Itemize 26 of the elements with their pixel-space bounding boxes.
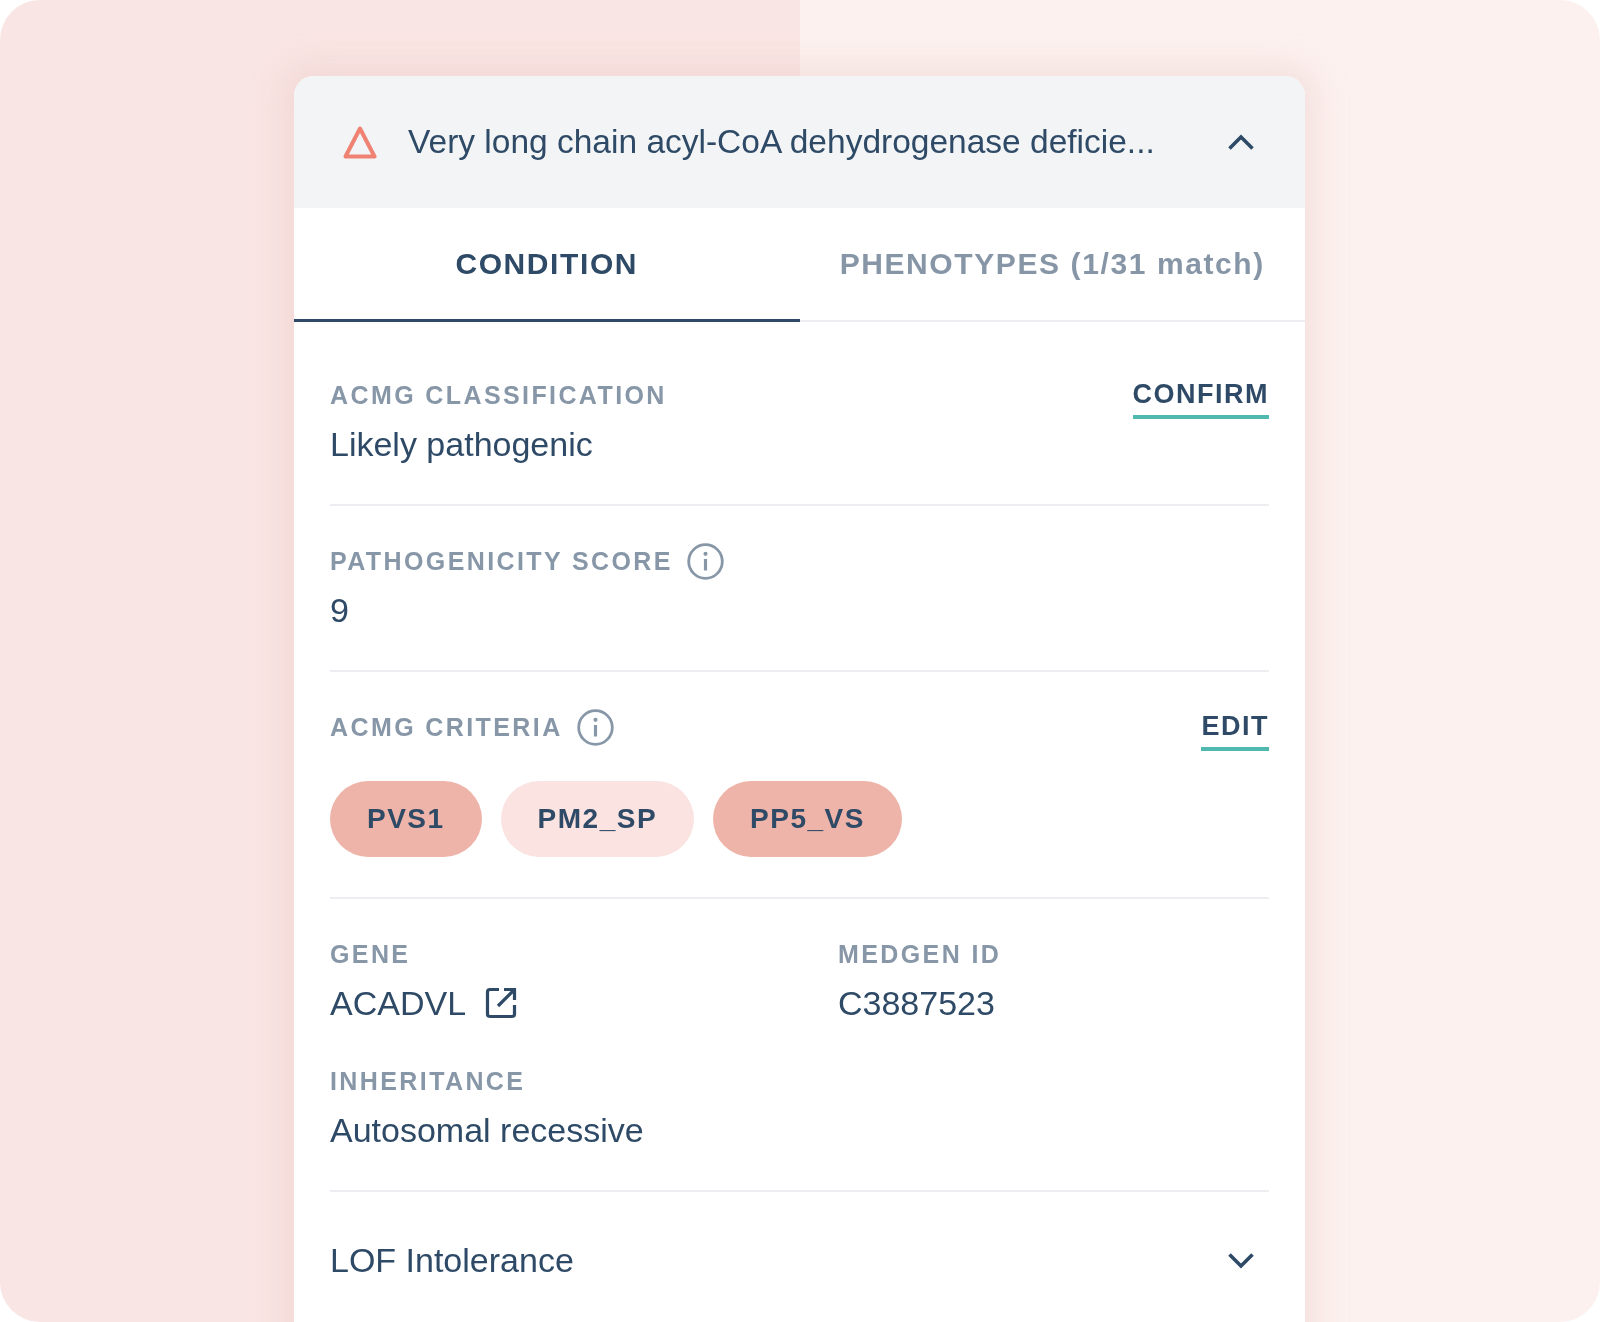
criterion-tag: PVS1 xyxy=(330,781,482,857)
field-value: Likely pathogenic xyxy=(330,424,594,464)
triangle-icon xyxy=(343,124,377,160)
condition-title: Very long chain acyl-CoA dehydrogenase deficie... xyxy=(408,122,1155,162)
field-value: ACADVL xyxy=(330,983,467,1023)
info-icon[interactable] xyxy=(576,708,614,746)
field-label: PATHOGENICITY SCORE xyxy=(330,546,673,576)
field-label: ACMG CRITERIA xyxy=(330,712,563,742)
field-label: GENE xyxy=(330,939,411,969)
criterion-tag: PP5_VS xyxy=(713,781,902,857)
section-title: LOF Intolerance xyxy=(330,1240,574,1280)
action-link[interactable]: EDIT xyxy=(1201,711,1269,751)
tab[interactable]: CONDITION xyxy=(294,208,800,322)
chevron-up-icon[interactable] xyxy=(1227,133,1255,151)
field-label: INHERITANCE xyxy=(330,1066,526,1096)
field-value: C3887523 xyxy=(838,983,995,1023)
chevron-down-icon[interactable] xyxy=(1227,1251,1255,1269)
field-label: ACMG CLASSIFICATION xyxy=(330,380,667,410)
card-header[interactable]: Very long chain acyl-CoA dehydrogenase deficie... xyxy=(294,76,1305,208)
criterion-tag: PM2_SP xyxy=(500,781,695,857)
external-link-icon[interactable] xyxy=(484,986,519,1020)
field-label: MEDGEN ID xyxy=(838,939,1002,969)
action-link[interactable]: CONFIRM xyxy=(1132,379,1269,419)
field-value: Autosomal recessive xyxy=(330,1110,644,1150)
field-value: 9 xyxy=(330,590,350,630)
info-icon[interactable] xyxy=(686,542,724,580)
